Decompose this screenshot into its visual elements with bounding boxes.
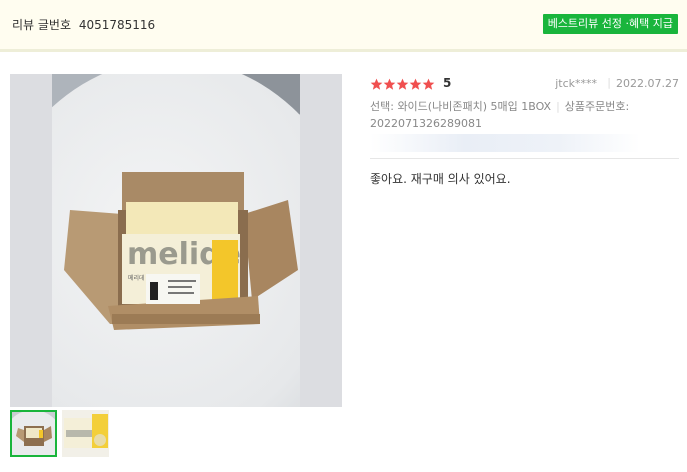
reviewer-id: jtck**** — [555, 77, 597, 90]
content-divider — [370, 158, 679, 159]
main-photo-viewer[interactable]: melide 메리데 팬티라이너 — [10, 74, 342, 407]
thumbnail-1[interactable] — [10, 410, 57, 457]
star-rating — [370, 76, 435, 90]
review-number-label: 리뷰 글번호 — [12, 18, 72, 32]
option-text: 선택: 와이드(나비존패치) 5매입 1BOX — [370, 100, 552, 113]
review-content: 좋아요. 재구매 의사 있어요. — [370, 172, 511, 186]
star-icon — [370, 78, 383, 90]
review-date: 2022.07.27 — [616, 77, 679, 90]
thumbnail-1-image — [12, 412, 55, 455]
review-number: 리뷰 글번호 4051785116 — [12, 16, 155, 33]
best-review-badge: 베스트리뷰 선정 ·혜택 지급 — [542, 14, 678, 34]
star-icon — [383, 78, 396, 90]
review-photo-image: melide 메리데 팬티라이너 — [52, 74, 300, 407]
blurred-area — [370, 134, 640, 152]
meta-divider: | — [607, 76, 611, 89]
thumbnail-2-image — [62, 410, 109, 457]
star-icon — [396, 78, 409, 90]
star-icon — [422, 78, 435, 90]
purchase-options: 선택: 와이드(나비존패치) 5매입 1BOX | 상품주문번호: 20220713… — [370, 98, 679, 132]
rating-value: 5 — [443, 76, 452, 90]
option-divider: | — [556, 100, 560, 113]
star-icon — [409, 78, 422, 90]
review-header: 리뷰 글번호 4051785116 베스트리뷰 선정 ·혜택 지급 — [0, 0, 687, 52]
review-number-value: 4051785116 — [78, 18, 156, 32]
review-photo[interactable]: melide 메리데 팬티라이너 — [52, 74, 300, 407]
order-number-value: 2022071326289081 — [370, 117, 482, 130]
order-number-label: 상품주문번호: — [564, 100, 630, 113]
thumbnail-2[interactable] — [62, 410, 109, 457]
